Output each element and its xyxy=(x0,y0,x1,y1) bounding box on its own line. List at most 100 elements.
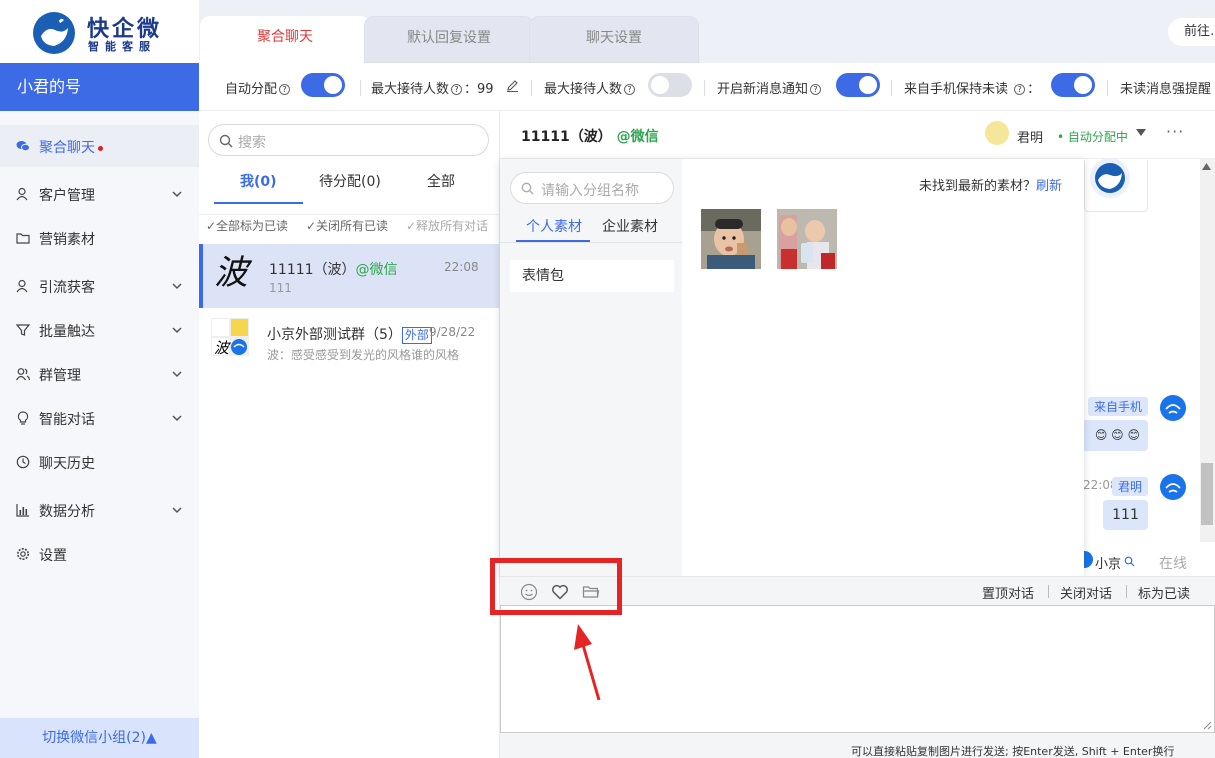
active-tab-indicator xyxy=(516,240,590,242)
chevron-down-icon xyxy=(172,415,182,422)
search-placeholder: 搜索 xyxy=(238,135,266,151)
conversation-list: 搜索 我(0) 待分配(0) 全部 ✓全部标为已读 ✓关闭所有已读 ✓释放所有对… xyxy=(199,111,500,758)
divider xyxy=(1107,80,1108,96)
message-input[interactable] xyxy=(500,605,1215,733)
conversation-preview: 波：感受感受到发光的风格谁的风格 xyxy=(267,348,460,362)
chart-icon xyxy=(16,504,29,517)
sidebar-item-history[interactable]: 聊天历史 xyxy=(0,441,199,483)
group-search-placeholder: 请输入分组名称 xyxy=(541,183,639,199)
sidebar-item-customers[interactable]: 客户管理 xyxy=(0,173,199,215)
divider xyxy=(1126,585,1127,598)
search-icon xyxy=(219,134,233,148)
divider xyxy=(891,80,892,96)
caret-down-icon[interactable] xyxy=(1136,129,1146,137)
sticker-thumbnail[interactable] xyxy=(777,209,837,269)
more-options-button[interactable]: ··· xyxy=(1166,122,1184,141)
avatar: 波 xyxy=(214,253,248,293)
sidebar-item-leads[interactable]: 引流获客 xyxy=(0,265,199,307)
folder-icon xyxy=(16,233,30,244)
sidebar-item-label: 群管理 xyxy=(39,368,81,384)
help-icon: ? xyxy=(624,84,636,95)
tab-me[interactable]: 我(0) xyxy=(240,171,277,191)
user-avatar xyxy=(1160,395,1186,421)
switch-group-button[interactable]: 切换微信小组(2)▲ xyxy=(0,718,199,758)
conversation-name: 小京外部测试群（5） 外部 xyxy=(267,324,432,344)
chevron-down-icon xyxy=(172,191,182,198)
svg-text:波: 波 xyxy=(214,339,231,356)
sidebar-item-label: 设置 xyxy=(39,548,67,564)
message-bubble: 111 xyxy=(1103,500,1148,530)
phone-unread-label: 来自手机保持未读 ?： xyxy=(904,82,1041,97)
max-wait-label: 最大接待人数? ：99 xyxy=(371,82,494,97)
goto-button[interactable]: 前往… xyxy=(1168,18,1215,46)
sticker-thumbnail[interactable] xyxy=(701,209,761,269)
conversation-preview: 111 xyxy=(269,281,292,295)
sidebar-item-ai-chat[interactable]: 智能对话 xyxy=(0,397,199,439)
tab-aggregate-chat[interactable]: 聚合聊天 xyxy=(200,16,370,63)
phone-unread-toggle[interactable] xyxy=(1051,73,1095,97)
clock-icon xyxy=(16,455,30,469)
online-name: 小京 xyxy=(1095,557,1122,572)
chevron-down-icon xyxy=(172,371,182,378)
from-phone-tag: 来自手机 xyxy=(1088,397,1149,416)
search-input[interactable]: 搜索 xyxy=(208,124,489,156)
mark-read-button[interactable]: 标为已读 xyxy=(1138,583,1190,602)
unread-remind-label: 未读消息强提醒 xyxy=(1120,82,1212,97)
close-conversation-button[interactable]: 关闭对话 xyxy=(1060,583,1112,602)
search-icon xyxy=(521,182,534,195)
not-found-text: 未找到最新的素材？刷新 xyxy=(919,179,1063,194)
users-icon xyxy=(16,368,30,381)
sidebar-item-label: 批量触达 xyxy=(39,324,95,340)
online-status: 小京 在线 xyxy=(1080,545,1215,577)
tab-all[interactable]: 全部 xyxy=(427,171,455,191)
chat-title: 11111（波） @微信 xyxy=(521,129,659,145)
tab-pending[interactable]: 待分配(0) xyxy=(319,171,381,191)
sidebar-item-batch[interactable]: 批量触达 xyxy=(0,309,199,351)
group-search-input[interactable]: 请输入分组名称 xyxy=(510,172,674,204)
tab-default-reply[interactable]: 默认回复设置 xyxy=(364,16,534,63)
sidebar-item-settings[interactable]: 设置 xyxy=(0,533,199,575)
sidebar-item-chat[interactable]: 聚合聊天 xyxy=(0,125,199,167)
divider xyxy=(531,80,532,96)
sidebar-item-analytics[interactable]: 数据分析 xyxy=(0,489,199,531)
refresh-link[interactable]: 刷新 xyxy=(1036,179,1062,194)
conversation-time: 22:08 xyxy=(444,260,479,274)
resize-handle-icon[interactable] xyxy=(1203,721,1212,730)
scroll-up-icon[interactable] xyxy=(1202,163,1211,170)
close-all-read-link[interactable]: ✓关闭所有已读 xyxy=(306,217,388,234)
divider xyxy=(360,80,361,96)
account-name[interactable]: 小君的号 xyxy=(0,63,199,111)
agent-name: 君明 xyxy=(1017,131,1044,146)
list-item[interactable]: 波 11111（波）@微信 111 22:08 xyxy=(199,244,500,308)
user-icon xyxy=(16,279,28,293)
material-group-item[interactable]: 表情包 xyxy=(510,260,674,292)
highlight-box xyxy=(490,558,622,615)
sidebar-item-label: 营销素材 xyxy=(39,232,95,248)
sidebar-item-label: 聊天历史 xyxy=(39,456,95,472)
whale-logo-icon xyxy=(1090,158,1130,198)
mark-all-read-link[interactable]: ✓全部标为已读 xyxy=(206,217,288,234)
filter-icon xyxy=(16,324,30,336)
sidebar-item-label: 引流获客 xyxy=(39,280,95,296)
sidebar-item-label: 聚合聊天 xyxy=(39,137,103,157)
group-avatar: 波 xyxy=(211,318,249,356)
user-avatar xyxy=(1160,474,1186,500)
tab-personal-material[interactable]: 个人素材 xyxy=(526,216,582,236)
auto-assign-status: • 自动分配中 xyxy=(1057,130,1128,144)
auto-assign-label: 自动分配? xyxy=(225,78,292,97)
sidebar-item-groups[interactable]: 群管理 xyxy=(0,353,199,395)
tab-enterprise-material[interactable]: 企业素材 xyxy=(602,216,658,236)
new-msg-notice-toggle[interactable] xyxy=(836,73,880,97)
sidebar-item-marketing[interactable]: 营销素材 xyxy=(0,217,199,259)
release-all-link[interactable]: ✓释放所有对话 xyxy=(406,217,488,234)
help-icon: ? xyxy=(451,84,463,95)
tab-chat-settings[interactable]: 聊天设置 xyxy=(529,16,699,63)
new-msg-notice-label: 开启新消息通知? xyxy=(717,78,823,97)
sidebar-item-label: 数据分析 xyxy=(39,504,95,520)
scrollbar-thumb[interactable] xyxy=(1201,463,1213,525)
list-item[interactable]: 波 小京外部测试群（5） 外部 波：感受感受到发光的风格谁的风格 9/28/22 xyxy=(199,308,500,372)
auto-assign-toggle[interactable] xyxy=(301,73,345,97)
max-wait-toggle[interactable] xyxy=(648,73,692,97)
pin-conversation-button[interactable]: 置顶对话 xyxy=(982,583,1034,602)
edit-icon[interactable] xyxy=(506,79,519,92)
